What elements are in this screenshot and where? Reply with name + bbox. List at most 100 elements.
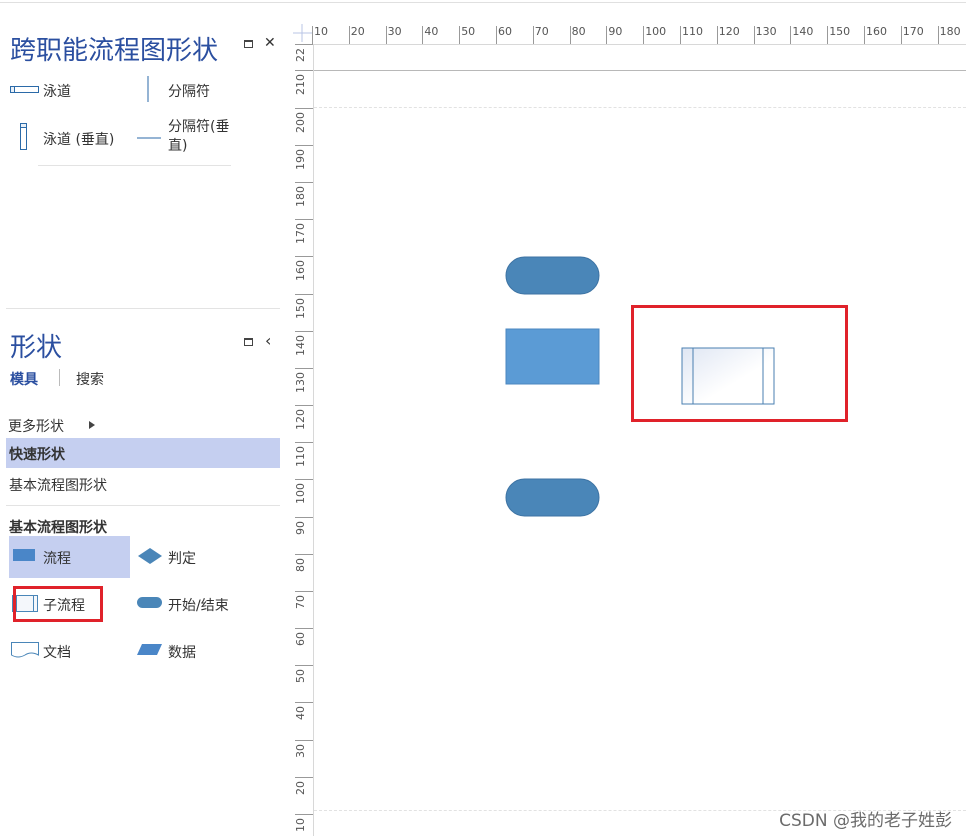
ruler-h-tick bbox=[680, 26, 681, 44]
more-shapes-button[interactable]: 更多形状 bbox=[8, 414, 128, 436]
ruler-v-label: 140 bbox=[294, 335, 307, 356]
shape-data[interactable]: 数据 bbox=[134, 630, 255, 672]
swimlane-item[interactable]: 泳道 bbox=[8, 76, 128, 104]
ruler-v-tick bbox=[295, 554, 313, 555]
shape-decision-label: 判定 bbox=[168, 551, 196, 567]
ruler-v-tick bbox=[295, 182, 313, 183]
ruler-v-label: 80 bbox=[294, 558, 307, 572]
ruler-v-tick bbox=[295, 442, 313, 443]
ruler-v-tick bbox=[295, 591, 313, 592]
ruler-v-tick bbox=[295, 368, 313, 369]
swimlane-icon bbox=[10, 86, 39, 93]
shape-start-end-label: 开始/结束 bbox=[168, 598, 229, 614]
ruler-h-tick bbox=[643, 26, 645, 44]
ruler-v-label: 180 bbox=[294, 186, 307, 207]
vertical-ruler[interactable]: 22 210 200 190 180 170 160 150 140 130 120 110 100 90… bbox=[292, 44, 314, 836]
canvas-process-shape[interactable] bbox=[505, 328, 601, 386]
ruler-h-tick bbox=[532, 26, 534, 44]
top-panel-divider bbox=[38, 165, 231, 166]
ruler-h-tick bbox=[385, 26, 387, 44]
ruler-v-label: 90 bbox=[294, 521, 307, 535]
tab-stencils[interactable]: 模具 bbox=[10, 369, 38, 389]
decision-icon bbox=[138, 548, 162, 564]
shape-process[interactable]: 流程 bbox=[9, 536, 130, 578]
ruler-h-tick bbox=[312, 26, 313, 44]
shapes-panel-title: 形状 bbox=[10, 333, 63, 363]
ruler-v-tick bbox=[295, 405, 313, 406]
ruler-v-tick bbox=[295, 219, 313, 220]
drawing-canvas[interactable] bbox=[314, 45, 966, 836]
ruler-h-tick bbox=[753, 26, 755, 44]
close-icon[interactable]: ✕ bbox=[264, 35, 276, 51]
restore-icon[interactable] bbox=[244, 40, 253, 48]
ruler-v-tick bbox=[295, 777, 313, 778]
ruler-h-label: 10 bbox=[314, 25, 328, 38]
separator-vertical-label: 分隔符(垂直) bbox=[168, 119, 230, 154]
ruler-h-tick bbox=[716, 26, 718, 44]
ruler-h-tick bbox=[348, 26, 350, 44]
separator-label: 分隔符 bbox=[168, 84, 210, 100]
ruler-h-tick bbox=[790, 26, 792, 44]
ruler-v-tick bbox=[295, 517, 313, 518]
shape-start-end[interactable]: 开始/结束 bbox=[134, 583, 255, 625]
ruler-h-tick bbox=[569, 26, 571, 44]
ruler-v-label: 210 bbox=[294, 74, 307, 95]
ruler-h-tick bbox=[864, 26, 865, 44]
subprocess-highlight bbox=[13, 586, 103, 622]
separator-vertical-icon bbox=[137, 137, 161, 139]
window-top-border bbox=[0, 2, 966, 3]
ruler-v-tick bbox=[295, 331, 313, 332]
ruler-v-tick bbox=[295, 665, 313, 666]
ruler-h-label: 20 bbox=[350, 25, 365, 38]
ruler-h-label: 150 bbox=[829, 25, 851, 38]
ruler-v-tick bbox=[295, 740, 313, 741]
stencil-divider bbox=[6, 505, 280, 506]
ruler-h-label: 140 bbox=[792, 25, 814, 38]
swimlane-vertical-label: 泳道 (垂直) bbox=[43, 132, 115, 148]
ruler-v-label: 20 bbox=[294, 781, 307, 795]
ruler-v-label: 170 bbox=[294, 223, 307, 244]
swimlane-vertical-item[interactable]: 泳道 (垂直) bbox=[8, 120, 133, 154]
ruler-h-tick bbox=[900, 26, 902, 44]
separator-vertical-item[interactable]: 分隔符(垂直) bbox=[136, 116, 246, 160]
ruler-v-tick bbox=[295, 256, 313, 257]
ruler-v-label: 100 bbox=[294, 483, 307, 504]
ruler-v-tick bbox=[295, 479, 313, 480]
ruler-h-label: 130 bbox=[755, 25, 777, 38]
canvas-end-shape[interactable] bbox=[505, 478, 601, 518]
ruler-h-label: 80 bbox=[571, 25, 586, 38]
stencil-quick-shapes[interactable]: 快速形状 bbox=[6, 438, 280, 468]
ruler-v-label: 40 bbox=[294, 706, 307, 720]
restore-icon[interactable] bbox=[244, 338, 253, 346]
ruler-h-label: 60 bbox=[498, 25, 512, 38]
tab-divider bbox=[59, 369, 60, 386]
ruler-corner bbox=[292, 22, 313, 44]
ruler-v-tick bbox=[295, 108, 313, 109]
tab-search[interactable]: 搜索 bbox=[76, 369, 104, 389]
ruler-h-label: 170 bbox=[902, 25, 924, 38]
page-top-edge bbox=[314, 70, 966, 71]
ruler-h-label: 70 bbox=[534, 25, 549, 38]
ruler-h-tick bbox=[937, 26, 939, 44]
stencil-quick-shapes-label: 快速形状 bbox=[9, 447, 65, 463]
ruler-v-label: 130 bbox=[294, 372, 307, 393]
canvas-start-shape[interactable] bbox=[505, 256, 601, 296]
ruler-h-tick bbox=[422, 26, 424, 44]
ruler-v-tick bbox=[295, 628, 313, 629]
ruler-v-label: 60 bbox=[294, 632, 307, 646]
horizontal-ruler[interactable]: 10 20 30 40 50 60 70 80 90 100 110 120 130 140 150 160 1… bbox=[312, 22, 966, 45]
ruler-h-label: 120 bbox=[718, 25, 740, 38]
separator-item[interactable]: 分隔符 bbox=[140, 76, 260, 104]
shape-document-label: 文档 bbox=[43, 645, 71, 661]
shape-decision[interactable]: 判定 bbox=[134, 536, 255, 578]
ruler-h-tick bbox=[496, 26, 497, 44]
shape-process-label: 流程 bbox=[43, 551, 71, 567]
shape-document[interactable]: 文档 bbox=[9, 630, 130, 672]
ruler-h-label: 100 bbox=[645, 25, 667, 38]
collapse-icon[interactable]: ‹ bbox=[265, 331, 271, 350]
stencil-basic-flowchart[interactable]: 基本流程图形状 bbox=[6, 470, 280, 498]
document-icon bbox=[11, 642, 39, 658]
section-title: 基本流程图形状 bbox=[9, 520, 107, 536]
ruler-h-label: 40 bbox=[424, 25, 439, 38]
ruler-h-tick bbox=[459, 26, 461, 44]
